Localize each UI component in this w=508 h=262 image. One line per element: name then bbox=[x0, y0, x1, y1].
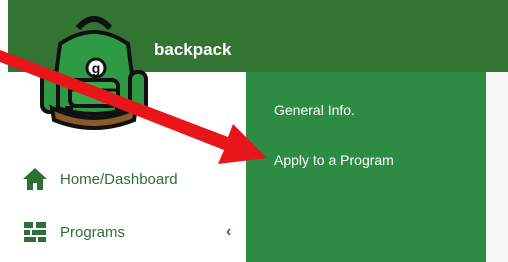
svg-text:g: g bbox=[92, 60, 101, 76]
sidebar-item-programs-label: Programs bbox=[60, 223, 126, 241]
brand-name: backpack bbox=[154, 40, 232, 59]
submenu-item-apply-to-program[interactable]: Apply to a Program bbox=[274, 152, 394, 168]
home-icon bbox=[23, 168, 47, 190]
backpack-logo-icon: g bbox=[40, 16, 148, 130]
left-edge bbox=[0, 0, 8, 262]
chevron-left-icon[interactable]: ‹ bbox=[226, 223, 231, 241]
sidebar-item-home-label: Home/Dashboard bbox=[60, 170, 178, 188]
programs-submenu: General Info. Apply to a Program bbox=[246, 72, 486, 262]
sidebar-item-home[interactable]: Home/Dashboard bbox=[22, 167, 178, 191]
sidebar-item-programs[interactable]: Programs bbox=[22, 220, 125, 244]
submenu-item-general-info[interactable]: General Info. bbox=[274, 102, 355, 118]
main-content-area bbox=[486, 72, 508, 262]
programs-icon bbox=[24, 222, 46, 242]
